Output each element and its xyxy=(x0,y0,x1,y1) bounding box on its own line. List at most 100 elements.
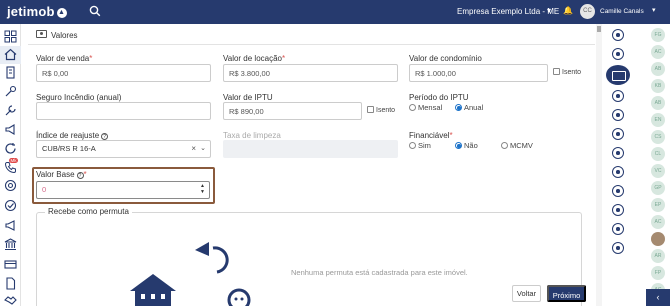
next-button[interactable]: Próximo xyxy=(547,285,586,302)
valor-base-input[interactable]: 0 ▲ ▼ xyxy=(36,181,210,199)
condominio-isento-checkbox[interactable]: Isento xyxy=(553,68,581,76)
clear-icon[interactable]: × xyxy=(191,141,196,157)
empty-state-illustration xyxy=(130,242,251,306)
play-icon[interactable] xyxy=(612,166,624,178)
search-icon[interactable] xyxy=(89,5,101,17)
seguro-incendio-input[interactable] xyxy=(36,102,211,120)
money-icon xyxy=(36,30,47,38)
avatar[interactable]: GP xyxy=(651,181,665,195)
section-title: Valores xyxy=(51,31,78,40)
right-icon-rail xyxy=(602,24,634,306)
valor-venda-label: Valor de venda* xyxy=(36,54,93,63)
check-circle-icon[interactable] xyxy=(4,199,17,212)
avatar[interactable]: CL xyxy=(651,147,665,161)
checkbox-box[interactable] xyxy=(553,68,560,75)
valor-locacao-input[interactable] xyxy=(223,64,398,82)
card-icon[interactable] xyxy=(4,258,17,271)
announcements-icon[interactable] xyxy=(4,123,17,136)
bank-icon[interactable] xyxy=(4,238,17,251)
taxa-limpeza-input xyxy=(223,140,398,158)
megaphone-icon[interactable] xyxy=(612,242,624,254)
avatar[interactable]: CS xyxy=(651,130,665,144)
collapse-panel-button[interactable]: ‹ xyxy=(646,289,670,306)
refresh-icon[interactable] xyxy=(4,142,17,155)
avatar[interactable]: FP xyxy=(651,266,665,280)
avatar[interactable]: AB xyxy=(651,62,665,76)
financiavel-nao-radio[interactable]: Não xyxy=(455,141,478,150)
periodo-anual-radio[interactable]: Anual xyxy=(455,103,483,112)
logo-arrow-icon: ▲ xyxy=(56,8,67,18)
home-icon[interactable] xyxy=(0,46,21,64)
valor-iptu-input[interactable] xyxy=(223,102,362,120)
back-button[interactable]: Voltar xyxy=(512,285,541,302)
periodo-mensal-radio[interactable]: Mensal xyxy=(409,103,442,112)
company-name[interactable]: Empresa Exemplo Ltda - ME xyxy=(457,7,559,16)
grid-icon[interactable] xyxy=(4,30,17,43)
phone-icon[interactable] xyxy=(4,161,17,174)
list-icon[interactable] xyxy=(612,223,624,235)
jetimob-logo[interactable]: jetimob ▲ xyxy=(7,4,67,19)
document-icon[interactable] xyxy=(4,277,17,290)
seguro-incendio-label: Seguro Incêndio (anual) xyxy=(36,93,122,102)
avatar[interactable]: AB xyxy=(651,96,665,110)
valor-condominio-label: Valor de condomínio xyxy=(409,54,482,63)
avatar-photo[interactable] xyxy=(651,232,665,246)
valor-venda-input[interactable] xyxy=(36,64,211,82)
logo-text: jetimob xyxy=(7,4,55,19)
camera-icon[interactable] xyxy=(612,147,624,159)
valor-iptu-label: Valor de IPTU xyxy=(223,93,273,102)
location-icon[interactable] xyxy=(612,48,624,60)
building-icon[interactable] xyxy=(4,66,17,79)
avatar[interactable]: KB xyxy=(651,79,665,93)
avatar[interactable]: AR xyxy=(651,249,665,263)
valor-locacao-label: Valor de locação* xyxy=(223,54,286,63)
chevron-down-icon[interactable]: ⌄ xyxy=(200,141,206,157)
eye-icon[interactable] xyxy=(612,90,624,102)
taxa-limpeza-label: Taxa de limpeza xyxy=(223,131,281,140)
stepper-icon[interactable]: ▲ ▼ xyxy=(200,183,205,195)
key-icon[interactable] xyxy=(612,128,624,140)
indice-reajuste-label: Índice de reajuste? xyxy=(36,131,109,140)
avatar[interactable]: AC xyxy=(651,45,665,59)
empty-permuta-text: Nenhuma permuta está cadastrada para est… xyxy=(291,268,468,277)
iptu-isento-checkbox[interactable]: Isento xyxy=(367,106,395,114)
user-name[interactable]: Camille Canals xyxy=(600,8,644,15)
avatar[interactable]: VC xyxy=(651,164,665,178)
money-icon[interactable] xyxy=(606,65,630,85)
company-chevron-icon[interactable]: ▾ xyxy=(547,6,551,15)
left-sidebar: Mk xyxy=(0,24,21,306)
bell-icon[interactable]: 🔔 xyxy=(563,6,573,15)
permuta-title: Recebe como permuta xyxy=(45,207,132,216)
top-navigation-bar: jetimob ▲ Empresa Exemplo Ltda - ME ▾ 🔔 C… xyxy=(0,0,670,24)
avatar[interactable]: FG xyxy=(651,28,665,42)
checkbox-box[interactable] xyxy=(367,106,374,113)
target-icon[interactable] xyxy=(4,179,17,192)
avatar[interactable]: EP xyxy=(651,198,665,212)
thermometer-icon[interactable] xyxy=(612,109,624,121)
tools-icon[interactable] xyxy=(4,104,17,117)
clipboard-icon[interactable] xyxy=(612,204,624,216)
help-icon[interactable]: ? xyxy=(76,172,84,179)
help-icon[interactable]: ? xyxy=(101,133,109,140)
map-pin-icon[interactable] xyxy=(612,29,624,41)
user-avatar-column: FG AC AB KB AB EN CS CL VC GP EP AC AR F… xyxy=(646,24,670,306)
section-header: Valores xyxy=(28,24,595,45)
user-avatar[interactable]: CC xyxy=(580,4,595,19)
financiavel-sim-radio[interactable]: Sim xyxy=(409,141,431,150)
valor-condominio-input[interactable] xyxy=(409,64,548,82)
user-chevron-icon[interactable]: ▾ xyxy=(652,6,656,14)
permuta-section: Recebe como permuta Nenhuma permuta está… xyxy=(36,207,582,306)
scrollbar-thumb[interactable] xyxy=(597,26,601,32)
periodo-iptu-label: Período do IPTU xyxy=(409,93,469,102)
key-icon[interactable] xyxy=(4,85,17,98)
megaphone-icon[interactable] xyxy=(4,219,17,232)
financiavel-mcmv-radio[interactable]: MCMV xyxy=(501,141,533,150)
indice-reajuste-select[interactable]: CUB/RS R 16-A × ⌄ xyxy=(36,140,211,158)
valores-panel: Valores Valor de venda* Valor de locação… xyxy=(28,24,595,306)
document-icon[interactable] xyxy=(612,185,624,197)
avatar[interactable]: EN xyxy=(651,113,665,127)
avatar[interactable]: AC xyxy=(651,215,665,229)
valor-base-label: Valor Base? * xyxy=(36,170,87,179)
handshake-icon[interactable] xyxy=(4,294,17,306)
financiavel-label: Financiável* xyxy=(409,131,453,140)
